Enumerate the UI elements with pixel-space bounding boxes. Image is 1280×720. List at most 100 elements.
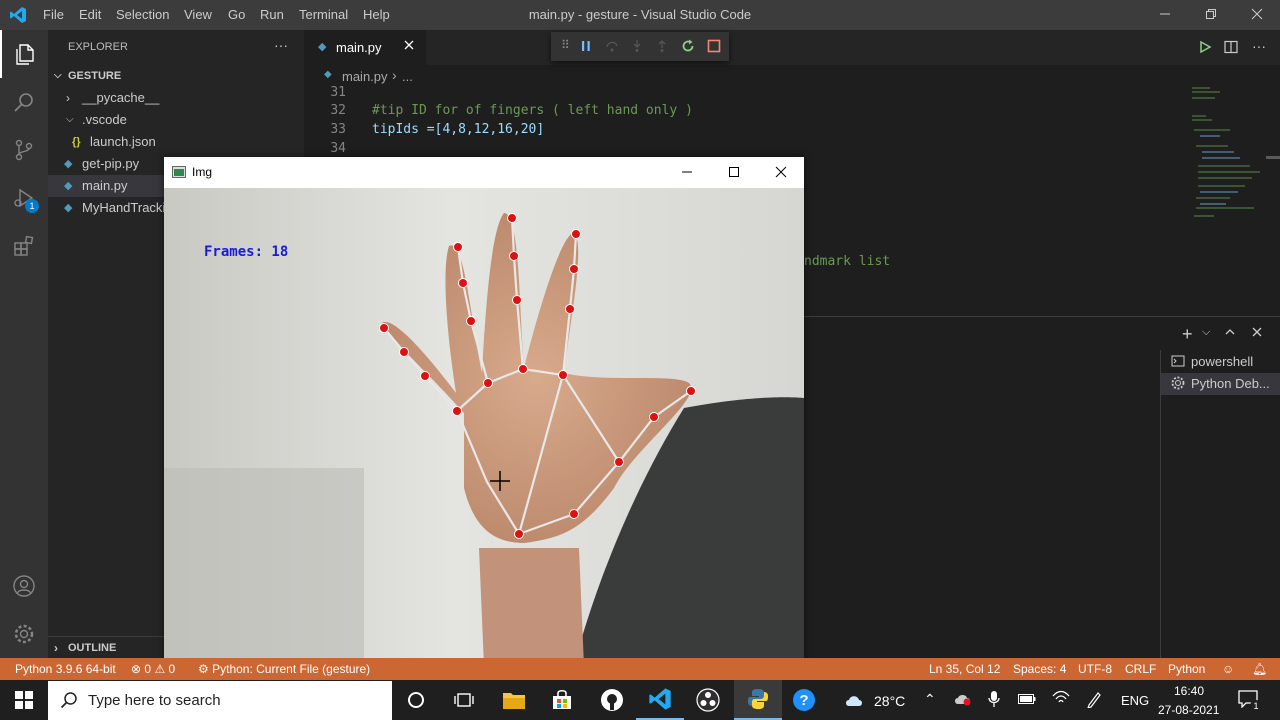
new-terminal-button[interactable]: + bbox=[1182, 324, 1193, 345]
img-maximize-button[interactable] bbox=[728, 166, 740, 181]
search-activity[interactable] bbox=[0, 78, 48, 126]
debug-toolbar: ⠿ bbox=[551, 32, 729, 61]
code-obscured-comment[interactable]: ndmark list bbox=[804, 252, 890, 271]
tree-item-label: .vscode bbox=[82, 112, 127, 127]
cursor-position[interactable]: Ln 35, Col 12 bbox=[929, 662, 1000, 676]
split-editor-button[interactable] bbox=[1224, 40, 1238, 59]
search-icon bbox=[60, 691, 78, 713]
tree-item-label: launch.json bbox=[90, 134, 156, 149]
explorer-activity[interactable] bbox=[0, 30, 48, 78]
code-tipids[interactable]: tipIds =[4,8,12,16,20] bbox=[372, 120, 544, 139]
editor-more-button[interactable]: ··· bbox=[1252, 38, 1266, 54]
run-debug-activity[interactable]: 1 bbox=[0, 174, 48, 222]
taskbar-search[interactable]: Type here to search bbox=[48, 681, 392, 720]
tray-chevron-up-icon[interactable]: ⌃ bbox=[924, 691, 936, 708]
python-file-icon: ◆ bbox=[324, 69, 332, 80]
breadcrumb-symbol[interactable]: ... bbox=[402, 69, 413, 84]
menu-go[interactable]: Go bbox=[228, 7, 245, 22]
extensions-activity[interactable] bbox=[0, 222, 48, 270]
weather-temperature[interactable]: 28°C bbox=[874, 693, 905, 709]
tab-main-py[interactable]: ◆ main.py bbox=[304, 30, 426, 65]
menu-selection[interactable]: Selection bbox=[116, 7, 169, 22]
clock-time[interactable]: 16:40 bbox=[1174, 684, 1204, 698]
microphone-icon[interactable] bbox=[988, 690, 1000, 711]
outline-label: OUTLINE bbox=[68, 642, 117, 654]
python-icon bbox=[748, 689, 768, 709]
cortana-button[interactable] bbox=[392, 680, 440, 720]
problems-indicator[interactable]: ⊗ 0 ⚠ 0 bbox=[131, 662, 175, 676]
language-mode[interactable]: Python bbox=[1168, 662, 1205, 676]
wifi-icon[interactable] bbox=[1052, 690, 1070, 709]
file-explorer-taskbar[interactable] bbox=[490, 680, 538, 720]
run-file-button[interactable] bbox=[1198, 40, 1212, 59]
step-into-button[interactable] bbox=[630, 39, 644, 58]
pen-icon[interactable] bbox=[1086, 690, 1102, 711]
vscode-logo-icon bbox=[9, 6, 27, 27]
folder-gesture[interactable]: ⌵ GESTURE bbox=[48, 65, 304, 87]
close-panel-button[interactable] bbox=[1251, 325, 1263, 343]
indentation[interactable]: Spaces: 4 bbox=[1013, 662, 1066, 676]
store-taskbar[interactable] bbox=[538, 680, 586, 720]
menu-help[interactable]: Help bbox=[363, 7, 390, 22]
tab-close-icon[interactable] bbox=[403, 39, 415, 54]
manage-activity[interactable] bbox=[0, 610, 48, 658]
breadcrumb-file[interactable]: main.py bbox=[342, 69, 388, 84]
debug-configuration[interactable]: ⚙ Python: Current File (gesture) bbox=[198, 662, 370, 676]
img-minimize-button[interactable] bbox=[681, 166, 693, 181]
help-taskbar[interactable]: ? bbox=[780, 680, 828, 720]
vscode-taskbar[interactable] bbox=[636, 680, 684, 720]
step-over-icon bbox=[606, 41, 618, 52]
editor-scrollbar-thumb[interactable] bbox=[1266, 156, 1280, 159]
menu-view[interactable]: View bbox=[184, 7, 212, 22]
restore-button[interactable] bbox=[1188, 0, 1234, 30]
menu-file[interactable]: File bbox=[43, 7, 64, 22]
github-taskbar[interactable] bbox=[588, 680, 636, 720]
explorer-more-button[interactable]: ··· bbox=[274, 37, 288, 53]
terminal-label: Python Deb... bbox=[1191, 376, 1270, 391]
obs-taskbar[interactable] bbox=[684, 680, 732, 720]
activity-bar: 1 bbox=[0, 30, 48, 658]
code-comment[interactable]: #tip ID for of fingers ( left hand only … bbox=[372, 101, 693, 120]
pause-button[interactable] bbox=[579, 39, 593, 58]
maximize-panel-button[interactable] bbox=[1224, 325, 1236, 343]
chevron-down-icon[interactable]: ⌵ bbox=[1202, 326, 1210, 339]
terminal-label: powershell bbox=[1191, 354, 1254, 369]
python-file-icon: ◆ bbox=[64, 202, 73, 214]
tree-item-launch-json[interactable]: {} launch.json bbox=[48, 131, 304, 153]
encoding[interactable]: UTF-8 bbox=[1078, 662, 1112, 676]
python-taskbar[interactable] bbox=[734, 680, 782, 720]
minimize-icon bbox=[682, 171, 692, 173]
folder-icon bbox=[503, 693, 525, 709]
source-control-activity[interactable] bbox=[0, 126, 48, 174]
menu-terminal[interactable]: Terminal bbox=[299, 7, 348, 22]
step-over-button[interactable] bbox=[605, 39, 619, 58]
img-close-button[interactable] bbox=[775, 166, 787, 181]
clock-date[interactable]: 27-08-2021 bbox=[1158, 703, 1219, 717]
drag-handle-icon[interactable]: ⠿ bbox=[561, 38, 570, 52]
terminal-item-python-debug[interactable]: Python Deb... bbox=[1161, 373, 1280, 395]
weather-icon[interactable] bbox=[844, 692, 864, 711]
img-window-titlebar[interactable]: Img bbox=[164, 157, 804, 188]
onedrive-icon[interactable] bbox=[954, 692, 972, 709]
bell-icon[interactable]: 🔔︎ bbox=[1252, 662, 1267, 676]
battery-icon[interactable] bbox=[1018, 693, 1036, 708]
tree-item-pycache[interactable]: › __pycache__ bbox=[48, 87, 304, 109]
minimap[interactable] bbox=[1190, 86, 1266, 226]
stop-button[interactable] bbox=[707, 39, 721, 58]
feedback-icon[interactable]: ☺ bbox=[1222, 662, 1234, 676]
step-out-button[interactable] bbox=[655, 39, 669, 58]
task-view-button[interactable] bbox=[440, 680, 488, 720]
start-button[interactable] bbox=[0, 680, 48, 720]
end-of-line[interactable]: CRLF bbox=[1125, 662, 1156, 676]
minimize-button[interactable] bbox=[1142, 0, 1188, 30]
input-language[interactable]: ENG bbox=[1121, 693, 1149, 708]
terminal-item-powershell[interactable]: powershell bbox=[1161, 351, 1280, 373]
close-window-button[interactable] bbox=[1234, 0, 1280, 30]
camera-feed[interactable]: Frames: 18 bbox=[164, 188, 804, 666]
restart-button[interactable] bbox=[681, 39, 695, 58]
tree-item-vscode[interactable]: ⌵ .vscode bbox=[48, 109, 304, 131]
python-interpreter[interactable]: Python 3.9.6 64-bit bbox=[15, 662, 116, 676]
menu-edit[interactable]: Edit bbox=[79, 7, 101, 22]
accounts-activity[interactable] bbox=[0, 562, 48, 610]
menu-run[interactable]: Run bbox=[260, 7, 284, 22]
